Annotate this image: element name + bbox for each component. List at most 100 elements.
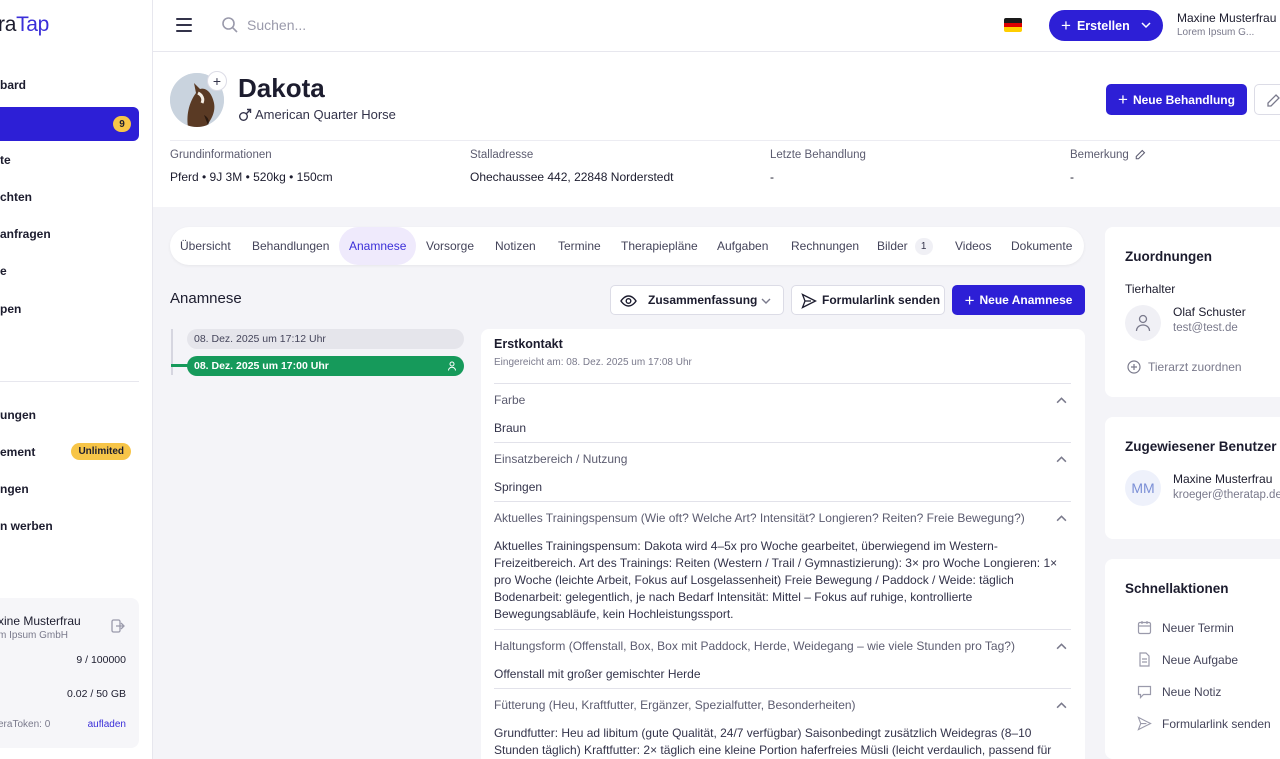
chevron-up-icon[interactable] bbox=[1056, 700, 1067, 711]
tab-anamnese[interactable]: Anamnese bbox=[339, 227, 417, 265]
info-label-remark: Bemerkung bbox=[1070, 149, 1146, 161]
new-anamnese-button[interactable]: + Neue Anamnese bbox=[952, 285, 1085, 315]
qa-item[interactable]: Haltungsform (Offenstall, Box, Box mit P… bbox=[494, 629, 1071, 688]
sidebar-user-name: xine Musterfrau bbox=[0, 614, 81, 628]
tab-label: Aufgaben bbox=[717, 239, 769, 253]
quick-action-new-task[interactable]: Neue Aufgabe bbox=[1137, 652, 1238, 667]
topbar-user-name[interactable]: Maxine Musterfrau bbox=[1177, 11, 1276, 25]
tab-images[interactable]: Bilder 1 bbox=[877, 227, 933, 265]
logo-text-part2: Tap bbox=[16, 13, 50, 36]
token-balance: eraToken: 0 bbox=[0, 719, 51, 730]
summary-label: Zusammenfassung bbox=[648, 293, 758, 307]
sidebar-item-active[interactable]: 9 bbox=[0, 107, 139, 141]
tab-treatments[interactable]: Behandlungen bbox=[252, 227, 329, 265]
tab-label: Dokumente bbox=[1011, 239, 1073, 253]
qa-item[interactable]: Fütterung (Heu, Kraftfutter, Ergänzer, S… bbox=[494, 688, 1071, 759]
new-treatment-button[interactable]: + Neue Behandlung bbox=[1106, 84, 1247, 115]
sidebar-item-label: ngen bbox=[0, 482, 29, 496]
sidebar-user-box: xine Musterfrau m Ipsum GmbH 9 / 100000 … bbox=[0, 598, 139, 748]
info-value-last-treatment: - bbox=[770, 170, 774, 184]
app-logo[interactable]: raTap bbox=[0, 13, 49, 37]
assign-vet-link[interactable]: Tierarzt zuordnen bbox=[1127, 360, 1242, 374]
sidebar-item-8[interactable]: ungen bbox=[0, 398, 139, 432]
tab-invoices[interactable]: Rechnungen bbox=[791, 227, 859, 265]
pencil-icon[interactable] bbox=[1134, 149, 1146, 161]
summary-dropdown[interactable]: Zusammenfassung bbox=[610, 285, 784, 315]
add-photo-icon[interactable]: + bbox=[207, 71, 227, 91]
plus-icon: + bbox=[1118, 90, 1128, 109]
unlimited-badge: Unlimited bbox=[71, 443, 131, 460]
timeline-item[interactable]: 08. Dez. 2025 um 17:12 Uhr bbox=[187, 329, 464, 349]
menu-icon[interactable] bbox=[176, 18, 192, 32]
qa-item[interactable]: Einsatzbereich / Nutzung Springen bbox=[494, 442, 1071, 501]
qa-question: Einsatzbereich / Nutzung bbox=[494, 452, 628, 466]
chevron-down-icon bbox=[761, 298, 771, 304]
quick-action-new-appointment[interactable]: Neuer Termin bbox=[1137, 620, 1234, 635]
tab-label: Übersicht bbox=[180, 239, 231, 253]
tab-videos[interactable]: Videos bbox=[955, 227, 991, 265]
sidebar-item-7[interactable]: pen bbox=[0, 292, 139, 326]
person-icon bbox=[448, 361, 456, 371]
chevron-up-icon[interactable] bbox=[1056, 395, 1067, 406]
sidebar-item-label: ement bbox=[0, 445, 36, 459]
qa-answer: Offenstall mit großer gemischter Herde bbox=[494, 667, 701, 681]
qa-item[interactable]: Farbe Braun bbox=[494, 383, 1071, 442]
topbar: + Erstellen Maxine Musterfrau Lorem Ipsu… bbox=[153, 0, 1280, 52]
tab-documents[interactable]: Dokumente bbox=[1011, 227, 1072, 265]
panel-title: Zuordnungen bbox=[1125, 249, 1212, 264]
chevron-up-icon[interactable] bbox=[1056, 513, 1067, 524]
quick-action-send-form-link[interactable]: Formularlink senden bbox=[1137, 716, 1271, 731]
chevron-down-icon bbox=[1141, 22, 1151, 29]
tab-therapy-plans[interactable]: Therapiepläne bbox=[621, 227, 698, 265]
quick-action-label: Neuer Termin bbox=[1162, 620, 1234, 635]
usage-stat-storage: 0.02 / 50 GB bbox=[67, 688, 126, 700]
sidebar: raTap bard 9 te chten anfragen e pen ung… bbox=[0, 0, 153, 759]
assigned-user-name: Maxine Musterfrau bbox=[1173, 472, 1273, 486]
sidebar-item-6[interactable]: e bbox=[0, 254, 139, 288]
send-icon bbox=[801, 293, 817, 309]
sidebar-item-label: te bbox=[0, 153, 11, 167]
logo-text-part1: ra bbox=[0, 13, 17, 36]
timeline-connector bbox=[171, 364, 188, 367]
german-flag-icon[interactable] bbox=[1004, 18, 1022, 32]
sidebar-item-9[interactable]: ement Unlimited bbox=[0, 435, 139, 469]
info-label-text: Bemerkung bbox=[1070, 149, 1129, 161]
tab-label: Videos bbox=[955, 239, 992, 253]
calendar-icon bbox=[1137, 621, 1152, 635]
sidebar-item-dashboard[interactable]: bard bbox=[0, 68, 139, 102]
chevron-up-icon[interactable] bbox=[1056, 641, 1067, 652]
quick-action-label: Formularlink senden bbox=[1162, 716, 1271, 731]
sidebar-item-5[interactable]: anfragen bbox=[0, 217, 139, 251]
sidebar-item-4[interactable]: chten bbox=[0, 180, 139, 214]
qa-item[interactable]: Aktuelles Trainingspensum (Wie oft? Welc… bbox=[494, 501, 1071, 628]
owner-avatar[interactable] bbox=[1125, 305, 1161, 341]
plus-circle-icon bbox=[1127, 360, 1141, 374]
quick-action-new-note[interactable]: Neue Notiz bbox=[1137, 684, 1221, 699]
tab-tasks[interactable]: Aufgaben bbox=[717, 227, 768, 265]
edit-animal-button[interactable] bbox=[1254, 84, 1280, 115]
sidebar-divider bbox=[0, 381, 139, 382]
sidebar-item-10[interactable]: ngen bbox=[0, 472, 139, 506]
tab-appointments[interactable]: Termine bbox=[558, 227, 601, 265]
qa-answer: Springen bbox=[494, 480, 543, 494]
logout-icon[interactable] bbox=[110, 618, 126, 634]
card-title: Erstkontakt bbox=[494, 337, 563, 351]
timeline-item-active[interactable]: 08. Dez. 2025 um 17:00 Uhr bbox=[187, 356, 464, 376]
search-input[interactable] bbox=[247, 14, 547, 36]
owner-name[interactable]: Olaf Schuster bbox=[1173, 305, 1246, 319]
sidebar-item-3[interactable]: te bbox=[0, 143, 139, 177]
tab-label: Rechnungen bbox=[791, 239, 860, 253]
create-button[interactable]: + Erstellen bbox=[1049, 10, 1163, 41]
tab-prevention[interactable]: Vorsorge bbox=[426, 227, 474, 265]
sidebar-item-label: e bbox=[0, 264, 7, 278]
animal-name: Dakota bbox=[238, 73, 325, 103]
person-icon bbox=[1135, 314, 1151, 332]
tab-overview[interactable]: Übersicht bbox=[180, 227, 231, 265]
info-label-text: Letzte Behandlung bbox=[770, 149, 866, 161]
sidebar-item-11[interactable]: n werben bbox=[0, 509, 139, 543]
tab-notes[interactable]: Notizen bbox=[495, 227, 536, 265]
send-form-link-button[interactable]: Formularlink senden bbox=[791, 285, 945, 315]
reload-tokens-link[interactable]: aufladen bbox=[88, 719, 126, 730]
assign-vet-label: Tierarzt zuordnen bbox=[1148, 360, 1242, 374]
chevron-up-icon[interactable] bbox=[1056, 454, 1067, 465]
